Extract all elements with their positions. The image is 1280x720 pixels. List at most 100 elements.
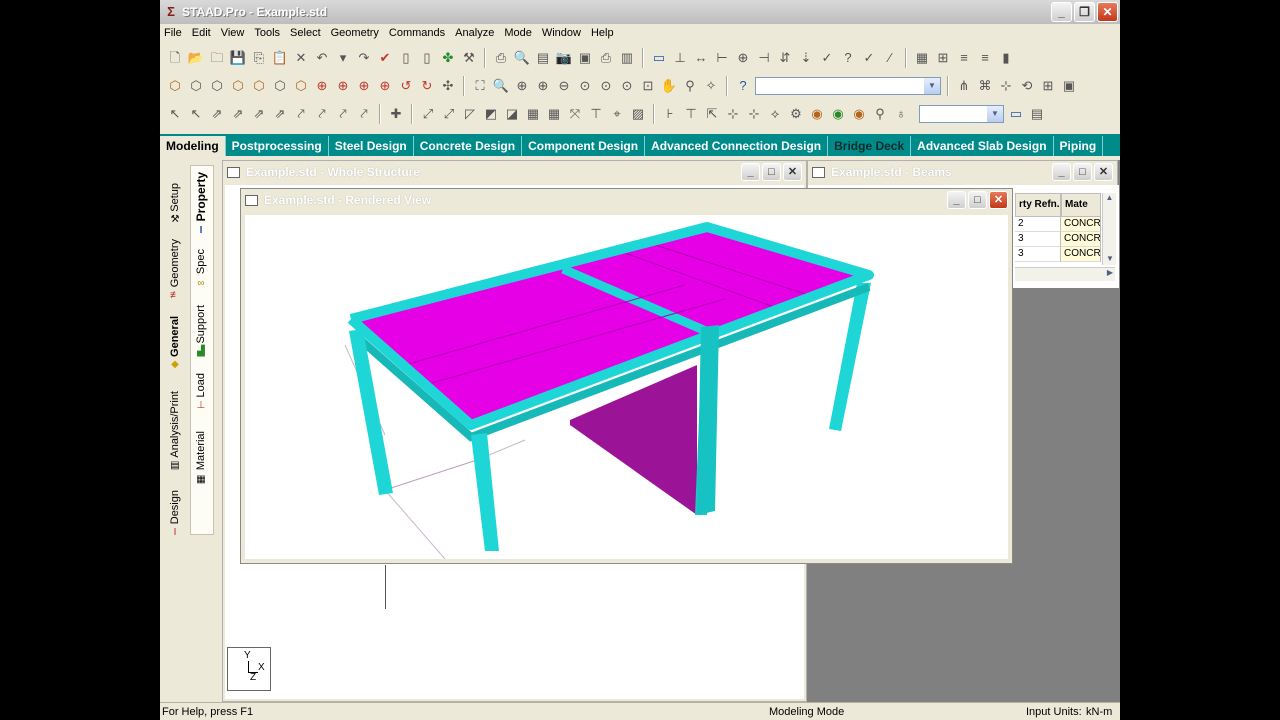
whole-structure-titlebar[interactable]: Example.std - Whole Structure [223,161,806,183]
check-mark-icon[interactable]: ✓ [818,49,836,67]
combo-dropdown-icon[interactable]: ▼ [924,78,940,94]
menu-window[interactable]: Window [542,27,581,39]
label1-icon[interactable]: ⊦ [661,105,679,123]
spin-right-icon[interactable]: ↻ [418,77,436,95]
label3-icon[interactable]: ⇱ [703,105,721,123]
print-setup-icon[interactable]: ⎙ [597,49,615,67]
beams-col-header-property[interactable]: rty Refn. [1015,193,1061,217]
report-icon[interactable]: ▤ [534,49,552,67]
structure-wizard-icon[interactable]: ✤ [439,49,457,67]
zoom-in-icon[interactable]: ⊕ [534,77,552,95]
undo-icon[interactable]: ↶ [313,49,331,67]
rendered-view-window[interactable]: Example.std - Rendered View _ □ ✕ [240,188,1013,564]
load-case-combo[interactable]: ▼ [919,105,1004,123]
tab-advanced-slab-design[interactable]: Advanced Slab Design [911,136,1054,156]
scroll-down-icon[interactable]: ▼ [1103,254,1117,263]
menu-mode[interactable]: Mode [504,27,532,39]
menu-help[interactable]: Help [591,27,614,39]
label2-icon[interactable]: ⊤ [682,105,700,123]
page-design[interactable]: Design I [164,483,186,545]
render5-icon[interactable]: ♁ [892,105,910,123]
render2-icon[interactable]: ◉ [829,105,847,123]
page2-icon[interactable]: ▯ [418,49,436,67]
label6-icon[interactable]: ⟡ [766,105,784,123]
beams-col-header-material[interactable]: Mate [1061,193,1101,217]
break-icon[interactable]: ▨ [629,105,647,123]
rendered-view-canvas[interactable] [245,215,1008,560]
rotate-icon[interactable]: ✣ [439,77,457,95]
hammer-icon[interactable]: ⚒ [460,49,478,67]
view-top-icon[interactable]: ⬡ [271,77,289,95]
undo-dropdown-icon[interactable]: ▾ [334,49,352,67]
grid2-icon[interactable]: ⊞ [934,49,952,67]
close-button[interactable]: ✕ [1094,163,1113,181]
minimize-button[interactable]: _ [947,191,966,209]
beams-horizontal-scrollbar[interactable]: ▶ [1015,267,1115,281]
tab-modeling[interactable]: Modeling [160,136,226,156]
camera-icon[interactable]: 📷 [555,49,573,67]
delete-icon[interactable]: ✕ [292,49,310,67]
check-icon[interactable]: ✔ [376,49,394,67]
help-icon[interactable]: ? [734,77,752,95]
view-right-icon[interactable]: ⬡ [250,77,268,95]
minimize-button[interactable]: _ [1051,2,1072,22]
tab-advanced-connection-design[interactable]: Advanced Connection Design [645,136,829,156]
zoom-extent-icon[interactable]: ⊙ [576,77,594,95]
render4-icon[interactable]: ⚲ [871,105,889,123]
tab-bridge-deck[interactable]: Bridge Deck [828,136,912,156]
picture-icon[interactable]: ▣ [576,49,594,67]
rotate-left-icon[interactable]: ⊕ [355,77,373,95]
close-button[interactable]: ✕ [783,163,802,181]
translational-icon[interactable]: ⤧ [566,105,584,123]
snap4-icon[interactable]: ⟲ [1018,77,1036,95]
beams-cell-material[interactable]: CONCR [1061,247,1101,262]
page-general[interactable]: General ◆ [164,307,186,379]
add-solid-icon[interactable]: ◩ [482,105,500,123]
grid1-icon[interactable]: ▦ [913,49,931,67]
minimize-button[interactable]: _ [741,163,760,181]
tool1-icon[interactable]: ✓ [860,49,878,67]
zoom-icon[interactable]: 🔍 [492,77,510,95]
loads-icon[interactable]: ⇣ [797,49,815,67]
copy-icon[interactable]: ⎘ [250,49,268,67]
snap6-icon[interactable]: ▣ [1060,77,1078,95]
render3-icon[interactable]: ◉ [850,105,868,123]
beams-cell-property[interactable]: 3 [1015,247,1061,262]
grid3-icon[interactable]: ≡ [955,49,973,67]
print-preview-icon[interactable]: 🔍 [513,49,531,67]
page-analysis-print[interactable]: Analysis/Print ▤ [164,387,186,475]
close-button[interactable]: ✕ [1097,2,1118,22]
view-left-icon[interactable]: ⬡ [229,77,247,95]
snap2-icon[interactable]: ⌘ [976,77,994,95]
redo-icon[interactable]: ↷ [355,49,373,67]
open-file-icon[interactable]: 📂 [187,49,205,67]
mesh-icon[interactable]: ▦ [524,105,542,123]
open-folder-icon[interactable]: 🗀 [208,49,226,67]
view-bottom-icon[interactable]: ⬡ [292,77,310,95]
menu-tools[interactable]: Tools [254,27,280,39]
add-plate-icon[interactable]: ◸ [461,105,479,123]
pan-icon[interactable]: ✋ [660,77,678,95]
tab-postprocessing[interactable]: Postprocessing [226,136,329,156]
beam-icon[interactable]: ⊣ [755,49,773,67]
select-cursor-icon[interactable]: ↖ [187,105,205,123]
beam-parallel-icon[interactable]: ⤤ [355,105,373,123]
plates-cursor-icon[interactable]: ⇗ [229,105,247,123]
close-button[interactable]: ✕ [989,191,1008,209]
print-icon[interactable]: ⎙ [492,49,510,67]
nodes-icon[interactable]: ⊥ [671,49,689,67]
view-front-icon[interactable]: ⬡ [187,77,205,95]
rotate-right-icon[interactable]: ⊕ [376,77,394,95]
window-icon[interactable]: ▭ [650,49,668,67]
magnify-icon[interactable]: ⚲ [681,77,699,95]
tab-component-design[interactable]: Component Design [522,136,646,156]
dimension-icon[interactable]: ↔ [692,49,710,67]
physical-cursor-icon[interactable]: ⤤ [313,105,331,123]
restore-button[interactable]: ❐ [1074,2,1095,22]
beams-cell-property[interactable]: 2 [1015,217,1061,232]
geometry-cursor-icon[interactable]: ⤤ [292,105,310,123]
menu-file[interactable]: File [164,27,182,39]
surface-cursor-icon[interactable]: ⇗ [271,105,289,123]
maximize-button[interactable]: □ [968,191,987,209]
query-icon[interactable]: ? [839,49,857,67]
